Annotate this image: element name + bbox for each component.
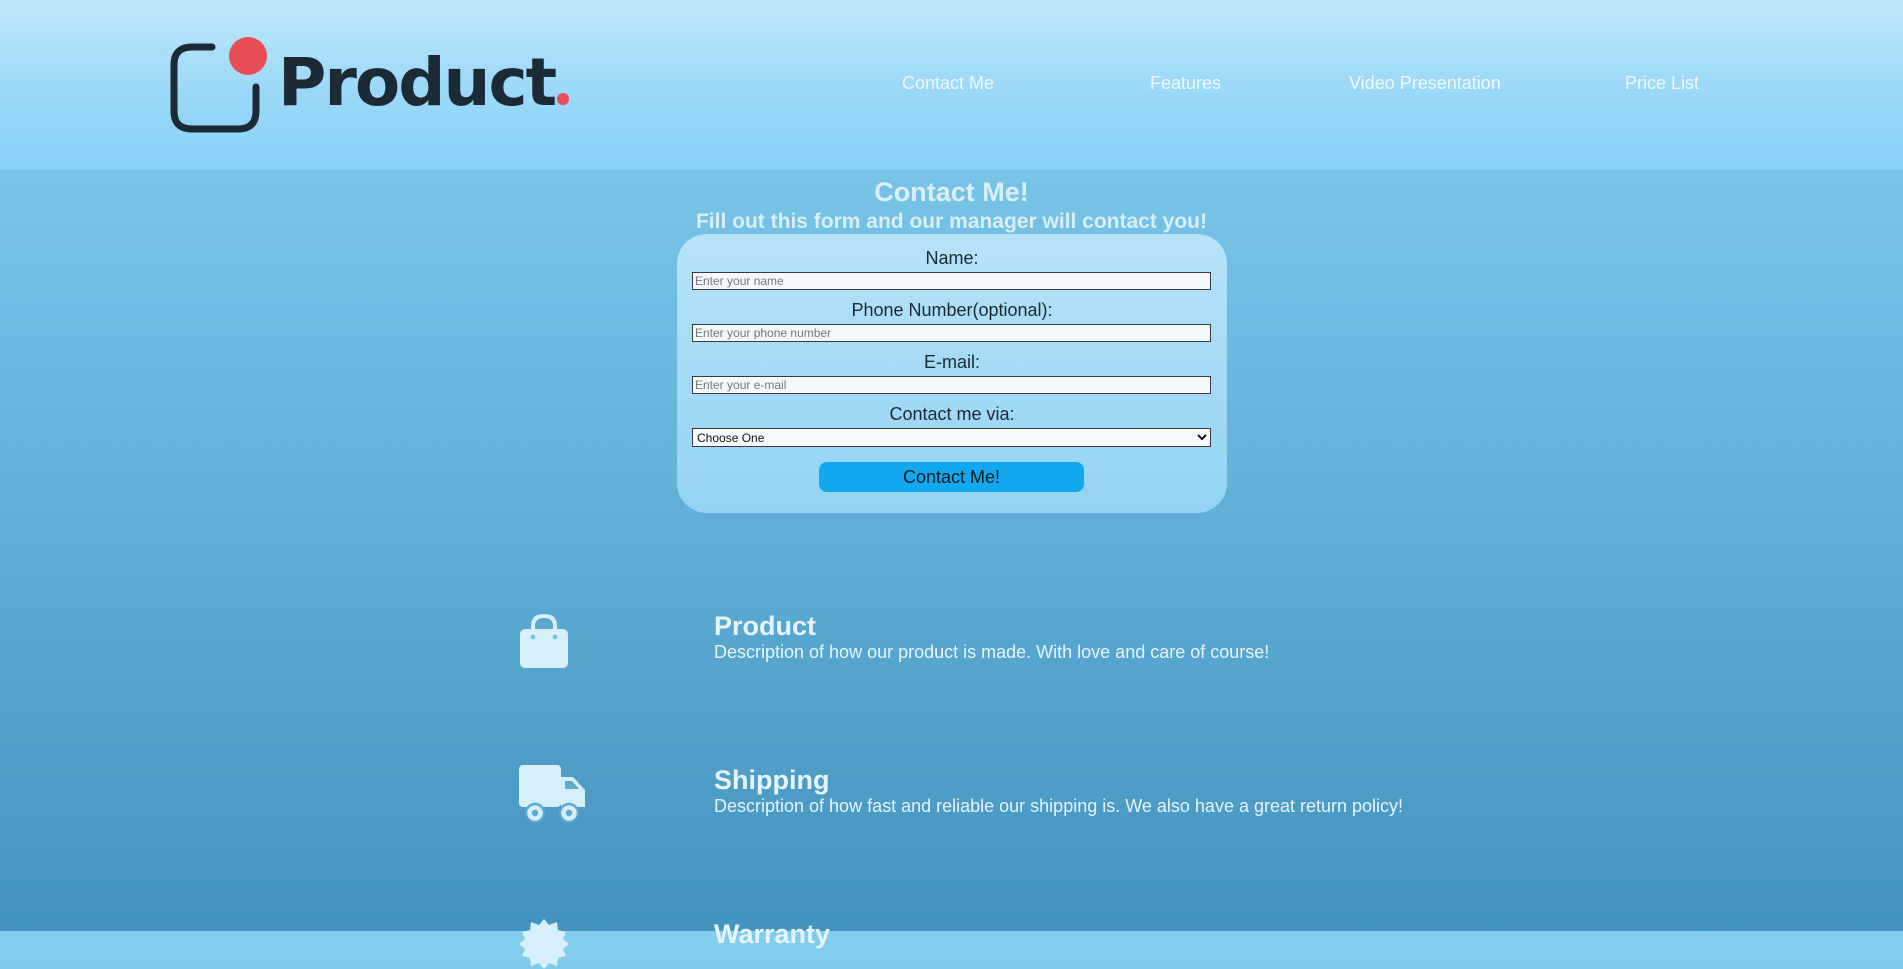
name-input[interactable]	[692, 272, 1211, 290]
feature-description: Description of how our product is made. …	[714, 642, 1270, 662]
contact-form: Name: Phone Number(optional): E-mail: Co…	[677, 234, 1227, 513]
nav-features[interactable]: Features	[1150, 73, 1221, 94]
contact-subtitle: Fill out this form and our manager will …	[695, 210, 1208, 233]
phone-label: Phone Number(optional):	[851, 300, 1053, 320]
contact-title: Contact Me!	[874, 177, 1029, 207]
warranty-badge-icon	[519, 919, 569, 969]
feature-description: Description of how fast and reliable our…	[714, 796, 1404, 816]
contact-via-select[interactable]: Choose One	[692, 428, 1211, 447]
feature-title: Product	[714, 611, 817, 641]
nav-contact-me[interactable]: Contact Me	[902, 73, 994, 94]
feature-title: Warranty	[714, 919, 831, 949]
site-header: Product Contact Me Features Video Presen…	[0, 0, 1903, 170]
main-nav: Contact Me Features Video Presentation P…	[0, 73, 1903, 97]
nav-video-presentation[interactable]: Video Presentation	[1349, 73, 1501, 94]
contact-submit-button[interactable]: Contact Me!	[819, 462, 1084, 492]
delivery-truck-icon	[519, 765, 585, 823]
contact-via-label: Contact me via:	[889, 404, 1015, 424]
shopping-bag-icon	[520, 613, 568, 668]
nav-price-list[interactable]: Price List	[1625, 73, 1699, 94]
phone-input[interactable]	[692, 324, 1211, 342]
name-label: Name:	[925, 248, 979, 268]
email-label: E-mail:	[923, 352, 980, 372]
email-input[interactable]	[692, 376, 1211, 394]
feature-title: Shipping	[714, 765, 830, 795]
